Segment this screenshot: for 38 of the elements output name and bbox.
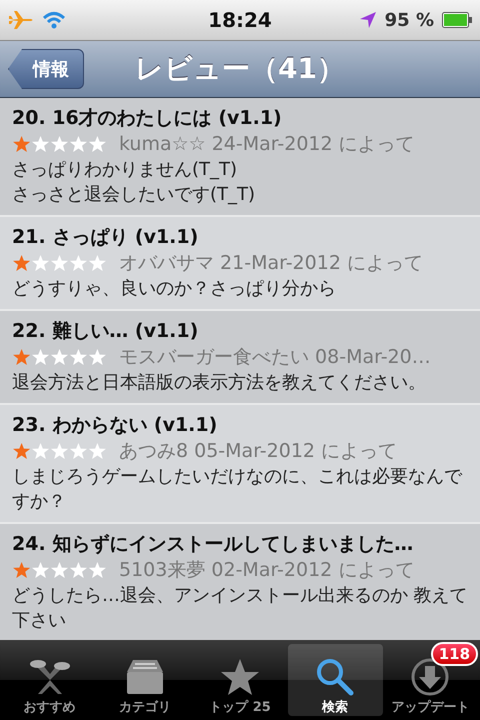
location-arrow-icon — [358, 11, 377, 29]
star-icon — [220, 658, 260, 696]
review-title: 22. 難しい… (v1.1) — [12, 319, 200, 344]
airplane-icon — [8, 10, 34, 30]
review-text: さっぱりわかりません(T_T) さっさと退会したいです(T_T) — [12, 158, 256, 207]
tab-item[interactable]: おすすめ — [2, 644, 98, 716]
review-title: 21. さっぱり (v1.1) — [12, 225, 200, 250]
update-count-badge: 118 — [430, 642, 478, 666]
review-title: 23. わからない (v1.1) — [12, 413, 218, 438]
search-icon — [315, 658, 356, 696]
battery-icon — [442, 12, 472, 28]
review-author-date: オババサマ 21-Mar-2012 によって — [119, 251, 423, 276]
spotlights-icon — [28, 658, 72, 696]
review-text: しまじろうゲームしたいだけなのに、これは必要なんですか？ — [12, 465, 464, 514]
battery-percent: 95 % — [384, 10, 434, 30]
review-text: 退会方法と日本語版の表示方法を教えてください。 — [12, 371, 427, 395]
review-title: 24. 知らずにインストールしてしまいました… — [12, 532, 414, 557]
review-text: どうすりゃ、良いのか？さっぱり分から — [12, 277, 337, 301]
tab-item[interactable]: カテゴリ — [97, 644, 192, 716]
review-author-date: kuma☆☆ 24-Mar-2012 によって — [119, 132, 415, 157]
tab-label: アップデート — [391, 698, 470, 716]
review-author-date: 5103来夢 02-Mar-2012 によって — [119, 558, 414, 583]
status-time: 18:24 — [208, 8, 272, 32]
page-title: レビュー（41） — [135, 51, 345, 87]
drawer-icon — [124, 658, 165, 696]
wifi-icon — [42, 11, 66, 29]
review-author-date: モスバーガー食べたい 08-Mar-20… — [119, 345, 431, 370]
review-title: 20. 16才のわたしには (v1.1) — [12, 106, 283, 131]
tab-label: 検索 — [322, 698, 348, 716]
tab-item[interactable]: トップ 25 — [192, 644, 288, 716]
review-text: どうしたら…退会、アンインストール出来るのか 教えて下さい — [12, 584, 468, 633]
tab-label: トップ 25 — [209, 698, 271, 716]
tab-item[interactable]: 検索 — [288, 644, 383, 716]
tab-label: おすすめ — [24, 699, 76, 716]
back-button[interactable]: 情報 — [8, 49, 84, 89]
tab-label: カテゴリ — [118, 699, 171, 716]
review-author-date: あつみ8 05-Mar-2012 によって — [119, 439, 398, 464]
tab-item[interactable]: アップデート 118 — [382, 644, 478, 716]
